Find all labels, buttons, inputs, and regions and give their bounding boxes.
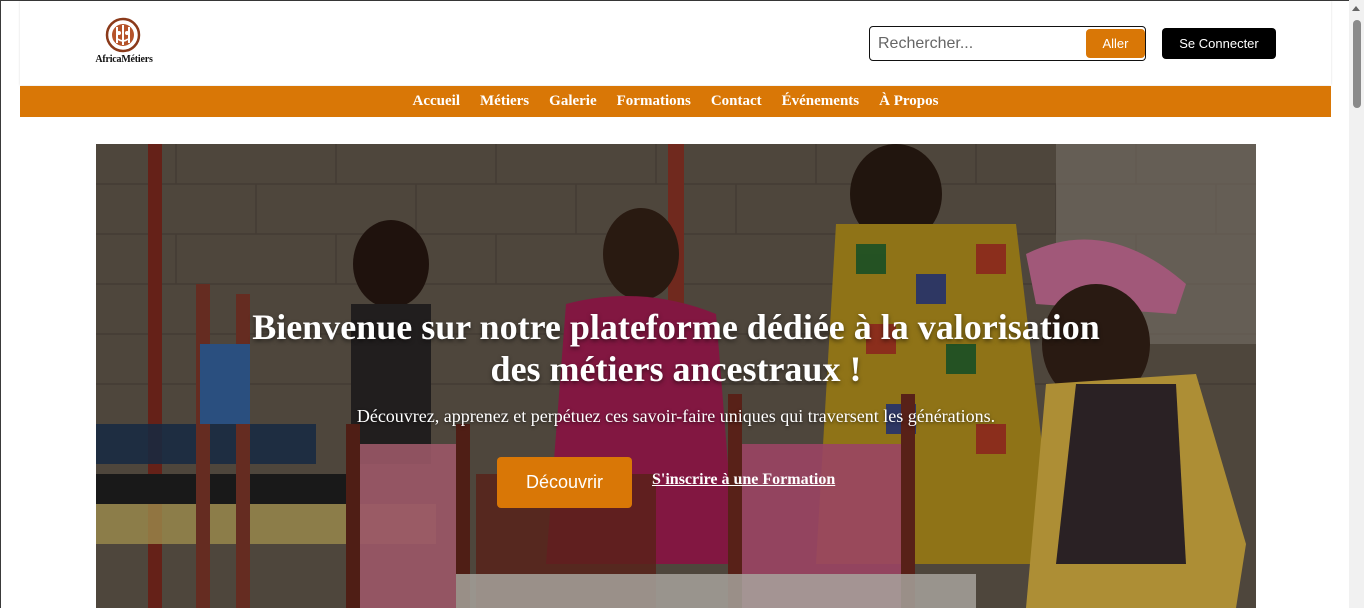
nav-item-metiers[interactable]: Métiers (480, 93, 529, 110)
hero-title: Bienvenue sur notre plateforme dédiée à … (252, 307, 1100, 389)
search-box: Aller (869, 26, 1146, 61)
search-input[interactable] (878, 27, 1078, 60)
hero-content: Bienvenue sur notre plateforme dédiée à … (96, 144, 1256, 608)
scroll-up-arrow-icon[interactable] (1352, 6, 1360, 11)
nav-item-evenements[interactable]: Événements (782, 93, 860, 110)
hero-banner: Bienvenue sur notre plateforme dédiée à … (96, 144, 1256, 608)
nav-item-formations[interactable]: Formations (617, 93, 691, 110)
nav-item-galerie[interactable]: Galerie (549, 93, 596, 110)
brand-logo[interactable]: AfricaMétiers (88, 17, 160, 69)
scrollbar-thumb[interactable] (1353, 20, 1361, 108)
site-header: AfricaMétiers Aller Se Connecter (20, 1, 1331, 85)
nav-item-contact[interactable]: Contact (711, 93, 762, 110)
discover-button[interactable]: Découvrir (497, 457, 632, 508)
window-left-border (0, 0, 1, 608)
tribal-mask-logo-icon (105, 17, 141, 53)
page-scrollbar[interactable] (1349, 0, 1364, 608)
brand-name: AfricaMétiers (95, 54, 153, 65)
search-button[interactable]: Aller (1086, 29, 1145, 58)
nav-item-accueil[interactable]: Accueil (413, 93, 460, 110)
register-training-link[interactable]: S'inscrire à une Formation (652, 471, 835, 489)
hero-subtitle: Découvrez, apprenez et perpétuez ces sav… (356, 406, 996, 426)
nav-item-a-propos[interactable]: À Propos (879, 93, 938, 110)
login-button[interactable]: Se Connecter (1162, 28, 1276, 59)
main-nav: Accueil Métiers Galerie Formations Conta… (20, 86, 1331, 117)
